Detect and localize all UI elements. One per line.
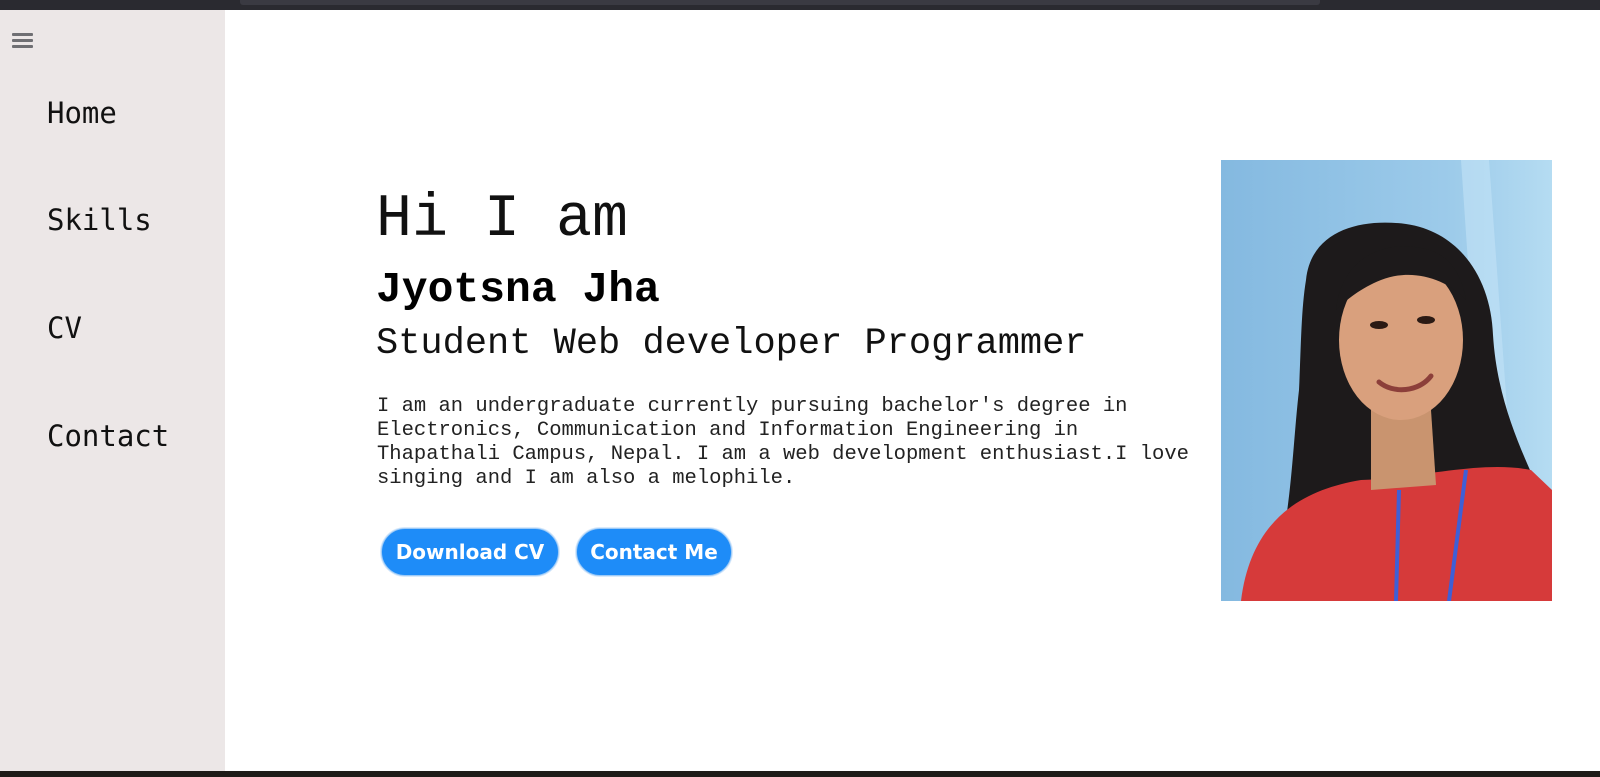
hamburger-menu-icon[interactable] (12, 33, 33, 51)
bio-paragraph: I am an undergraduate currently pursuing… (377, 395, 1189, 490)
taskbar-edge (0, 771, 1600, 777)
page: Home Skills CV Contact Hi I am Jyotsna J… (0, 0, 1600, 777)
browser-top-bar (0, 0, 1600, 10)
name-heading: Jyotsna Jha (376, 265, 660, 314)
role-subheading: Student Web developer Programmer (376, 323, 1087, 365)
sidebar-item-skills[interactable]: Skills (47, 203, 152, 237)
browser-tab-strip (240, 0, 1320, 5)
sidebar-item-home[interactable]: Home (47, 96, 117, 130)
profile-photo (1221, 160, 1552, 601)
contact-me-button[interactable]: Contact Me (576, 528, 732, 576)
greeting-heading: Hi I am (376, 186, 629, 254)
download-cv-button[interactable]: Download CV (381, 528, 559, 576)
sidebar-item-cv[interactable]: CV (47, 311, 82, 345)
sidebar: Home Skills CV Contact (0, 10, 225, 771)
sidebar-item-contact[interactable]: Contact (47, 419, 169, 453)
